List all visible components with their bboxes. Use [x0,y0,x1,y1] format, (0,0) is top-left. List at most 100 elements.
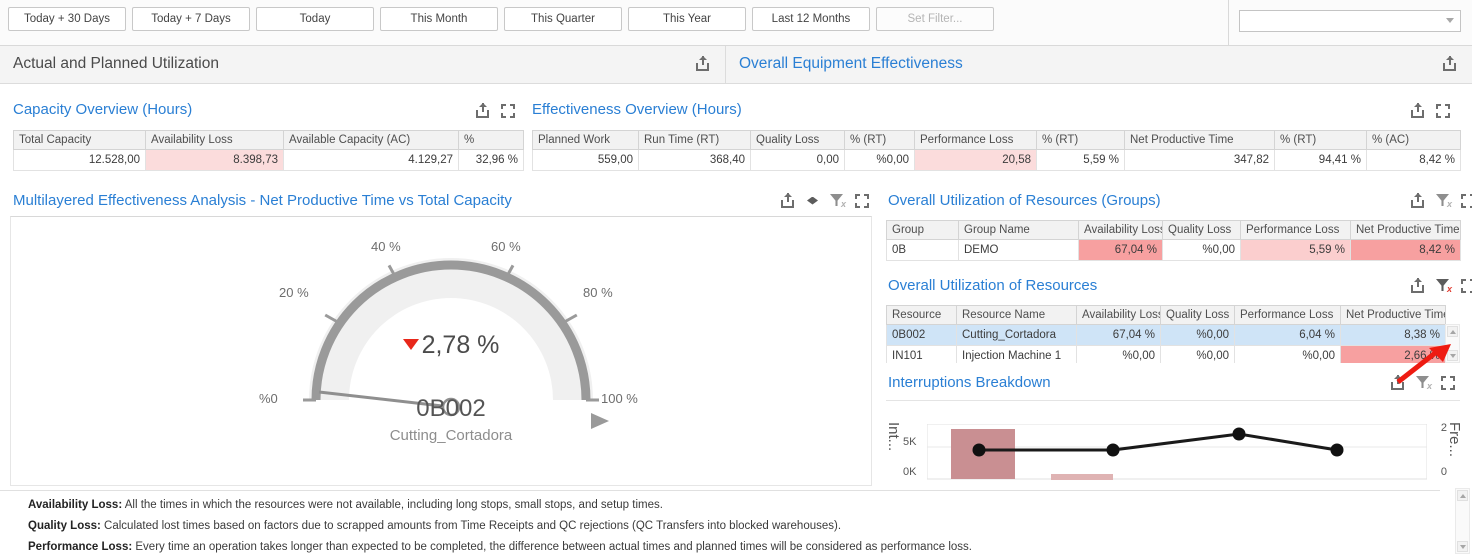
column-header-availability-loss[interactable]: Availability Loss [1078,220,1163,240]
groups-toolbar: x [1411,193,1472,209]
multilayered-toolbar: x [781,193,869,209]
filter-button-this-month[interactable]: This Month [380,7,498,31]
cell-quality-loss: %0,00 [1160,324,1235,346]
filter-toolbar: Today + 30 Days Today + 7 Days Today Thi… [0,0,1472,46]
trend-down-icon [402,338,419,350]
column-header-performance-loss[interactable]: Performance Loss [1234,305,1341,325]
column-header-net-productive-time[interactable]: Net Productive Time [1340,305,1446,325]
cell-quality-loss: 0,00 [750,149,845,171]
scroll-down-arrow-icon[interactable] [1457,541,1468,552]
column-header-net-productive-time[interactable]: Net Productive Time [1350,220,1461,240]
filter-button-set-filter[interactable]: Set Filter... [876,7,994,31]
clear-filter-icon[interactable]: x [1436,278,1452,294]
resource-select[interactable] [1239,10,1461,32]
column-header-performance-loss[interactable]: Performance Loss [1240,220,1351,240]
table-row[interactable]: 12.528,00 8.398,73 4.129,27 32,96 % [13,149,524,171]
filter-button-last-12-months[interactable]: Last 12 Months [752,7,870,31]
expand-icon[interactable] [501,103,515,118]
cell-performance-loss: 5,59 % [1240,239,1351,261]
column-header-performance-loss-percent-rt[interactable]: % (RT) [1036,130,1125,150]
clear-filter-icon[interactable]: x [830,193,846,209]
panel-left-export-button[interactable] [696,56,711,72]
column-header-availability-loss[interactable]: Availability Loss [145,130,284,150]
table-row[interactable]: 0B002 Cutting_Cortadora 67,04 % %0,00 6,… [886,324,1446,346]
legend-term-quality-loss: Quality Loss: [28,520,101,532]
export-icon [1443,56,1458,72]
interruptions-toolbar: x [1391,375,1455,391]
column-header-available-capacity[interactable]: Available Capacity (AC) [283,130,459,150]
export-icon[interactable] [476,103,491,118]
column-header-npt-percent-rt[interactable]: % (RT) [1274,130,1367,150]
cell-availability-loss: 67,04 % [1076,324,1161,346]
column-header-availability-loss[interactable]: Availability Loss [1076,305,1161,325]
scroll-down-arrow-icon[interactable] [1447,350,1458,361]
column-header-resource-name[interactable]: Resource Name [956,305,1077,325]
expand-icon[interactable] [1461,278,1472,293]
panel-header-overall-equipment-effectiveness[interactable]: Overall Equipment Effectiveness [726,46,1472,84]
widget-title-multilayered-analysis: Multilayered Effectiveness Analysis - Ne… [13,192,512,209]
table-header-row: Planned Work Run Time (RT) Quality Loss … [532,130,1461,150]
expand-icon[interactable] [1441,375,1455,390]
scroll-up-arrow-icon[interactable] [1447,326,1458,337]
expand-icon[interactable] [1461,193,1472,208]
gauge-tick-60: 60 % [491,239,521,254]
chart-y-tick-0k: 0K [903,466,917,478]
column-header-total-capacity[interactable]: Total Capacity [13,130,146,150]
expand-icon[interactable] [1436,103,1450,118]
cell-availability-loss: 8.398,73 [145,149,284,171]
column-header-group-name[interactable]: Group Name [958,220,1079,240]
clear-filter-icon[interactable]: x [1436,193,1452,209]
layers-diamond-icon[interactable] [806,194,820,208]
resources-table-scrollbar[interactable] [1445,324,1460,363]
gauge-value: 2,78 % [261,331,641,360]
export-icon[interactable] [1391,375,1406,390]
cell-performance-loss: %0,00 [1234,345,1341,363]
filter-button-group: Today + 30 Days Today + 7 Days Today Thi… [8,7,994,31]
column-header-resource[interactable]: Resource [886,305,957,325]
table-row[interactable]: IN101 Injection Machine 1 %0,00 %0,00 %0… [886,345,1446,363]
export-icon[interactable] [1411,193,1426,208]
page-scrollbar[interactable] [1455,488,1470,554]
cell-quality-loss: %0,00 [1160,345,1235,363]
export-icon[interactable] [1411,103,1426,118]
filter-button-today-7-days[interactable]: Today + 7 Days [132,7,250,31]
column-header-percent[interactable]: % [458,130,524,150]
panel-right-export-button[interactable] [1443,56,1458,72]
column-header-quality-loss-percent-rt[interactable]: % (RT) [844,130,915,150]
column-header-run-time[interactable]: Run Time (RT) [638,130,751,150]
column-header-group[interactable]: Group [886,220,959,240]
column-header-performance-loss[interactable]: Performance Loss [914,130,1037,150]
interruptions-chart[interactable]: Int... Fre... 5K 0K 2 0 [885,420,1463,480]
legend-text-performance-loss: Every time an operation takes longer tha… [132,541,972,553]
export-icon[interactable] [1411,278,1426,293]
table-row[interactable]: 559,00 368,40 0,00 %0,00 20,58 5,59 % 34… [532,149,1461,171]
legend-text-availability-loss: All the times in which the resources wer… [122,499,663,511]
scroll-up-arrow-icon[interactable] [1457,490,1468,501]
table-row[interactable]: 0B DEMO 67,04 % %0,00 5,59 % 8,42 % [886,239,1461,261]
expand-icon[interactable] [855,193,869,208]
filter-button-this-year[interactable]: This Year [628,7,746,31]
export-icon[interactable] [781,193,796,208]
utilization-gauge[interactable]: %0 20 % 40 % 60 % 80 % 100 % 2,78 % 0B00… [259,235,641,485]
column-header-npt-percent-ac[interactable]: % (AC) [1366,130,1461,150]
capacity-overview-table: Total Capacity Availability Loss Availab… [13,130,524,171]
widget-title-effectiveness-overview: Effectiveness Overview (Hours) [532,101,742,118]
resources-toolbar: x [1411,278,1472,294]
effectiveness-overview-toolbar [1411,103,1450,118]
column-header-quality-loss[interactable]: Quality Loss [750,130,845,150]
column-header-planned-work[interactable]: Planned Work [532,130,639,150]
table-header-row: Total Capacity Availability Loss Availab… [13,130,524,150]
clear-filter-icon[interactable]: x [1416,375,1432,391]
column-header-net-productive-time[interactable]: Net Productive Time [1124,130,1275,150]
cell-performance-loss-percent: 5,59 % [1036,149,1125,171]
cell-total-capacity: 12.528,00 [13,149,146,171]
widget-title-interruptions: Interruptions Breakdown [888,374,1051,391]
cell-net-productive-time: 8,38 % [1340,324,1446,346]
column-header-quality-loss[interactable]: Quality Loss [1160,305,1235,325]
filter-button-today[interactable]: Today [256,7,374,31]
widget-title-resources: Overall Utilization of Resources [888,277,1098,294]
cell-availability-loss: 67,04 % [1078,239,1163,261]
column-header-quality-loss[interactable]: Quality Loss [1162,220,1241,240]
filter-button-today-30-days[interactable]: Today + 30 Days [8,7,126,31]
filter-button-this-quarter[interactable]: This Quarter [504,7,622,31]
